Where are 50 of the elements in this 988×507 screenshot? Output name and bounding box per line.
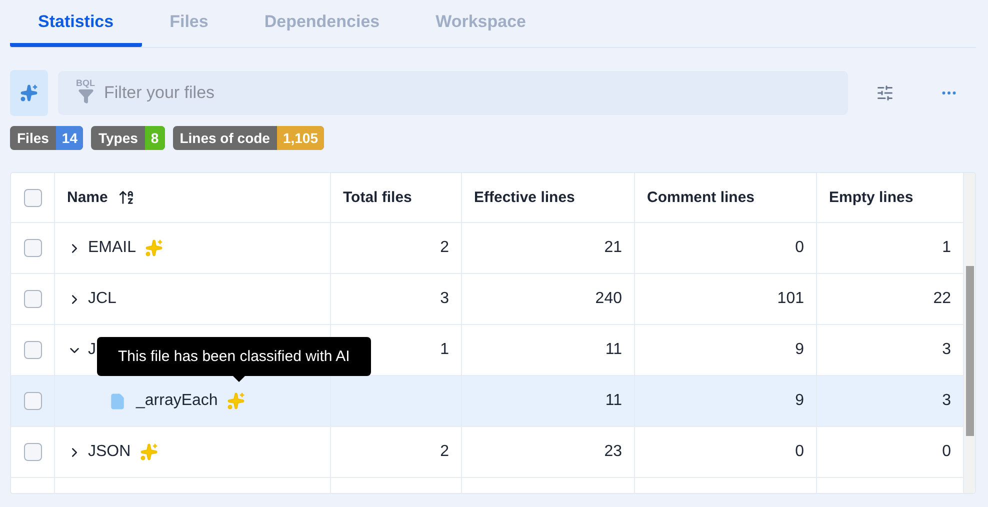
column-header[interactable]: Comment lines <box>647 189 755 206</box>
table-row[interactable]: _arrayEach 11 9 3 <box>11 376 964 427</box>
tooltip: This file has been classified with AI <box>97 337 371 376</box>
table-cell: 21 <box>604 239 622 257</box>
table-cell: 2 <box>440 443 449 461</box>
row-name: J <box>88 341 96 359</box>
count-badge: Types 8 <box>91 126 165 150</box>
table-cell: 1 <box>440 341 449 359</box>
table-row[interactable]: EMAIL 2 21 0 1 <box>11 223 964 274</box>
row-checkbox[interactable] <box>24 341 42 359</box>
header-checkbox[interactable] <box>24 188 42 206</box>
row-checkbox[interactable] <box>24 392 42 410</box>
column-header[interactable]: Empty lines <box>829 189 914 206</box>
table-cell: 101 <box>777 290 804 308</box>
scrollbar[interactable] <box>964 173 975 493</box>
table-cell: 0 <box>795 239 804 257</box>
row-name: _arrayEach <box>136 392 218 410</box>
table-cell: 240 <box>595 290 622 308</box>
count-badge: Files 14 <box>10 126 84 150</box>
row-checkbox[interactable] <box>24 443 42 461</box>
table-row[interactable]: JSON 2 23 0 0 <box>11 427 964 478</box>
table-cell: 23 <box>604 443 622 461</box>
table-cell: 9 <box>795 392 804 410</box>
row-name: JCL <box>88 290 116 308</box>
ai-button[interactable] <box>10 70 48 116</box>
table-cell: 3 <box>942 392 951 410</box>
sort-icon[interactable] <box>118 189 135 206</box>
table-row[interactable]: JCL 3 240 101 22 <box>11 274 964 325</box>
column-header[interactable]: Total files <box>343 189 412 206</box>
tab[interactable]: Statistics <box>10 0 142 47</box>
column-header[interactable]: Effective lines <box>474 189 575 206</box>
table-cell: 0 <box>795 443 804 461</box>
row-checkbox[interactable] <box>24 239 42 257</box>
tooltip-pointer-icon <box>233 376 245 382</box>
column-header[interactable]: Name <box>67 189 108 206</box>
table-cell: 3 <box>440 290 449 308</box>
table-cell: 0 <box>942 443 951 461</box>
count-badge: Lines of code 1,105 <box>172 126 324 150</box>
row-name: EMAIL <box>88 239 136 257</box>
table-cell: 11 <box>605 392 622 410</box>
row-name: JSON <box>88 443 131 461</box>
sparkle-icon <box>20 84 38 102</box>
table-cell: 9 <box>795 341 804 359</box>
table-cell: 3 <box>942 341 951 359</box>
table-cell: 11 <box>605 341 622 359</box>
table-cell: 2 <box>440 239 449 257</box>
row-checkbox[interactable] <box>24 290 42 308</box>
table-cell: 22 <box>933 290 951 308</box>
file-icon <box>109 392 126 410</box>
table-cell: 1 <box>942 239 951 257</box>
